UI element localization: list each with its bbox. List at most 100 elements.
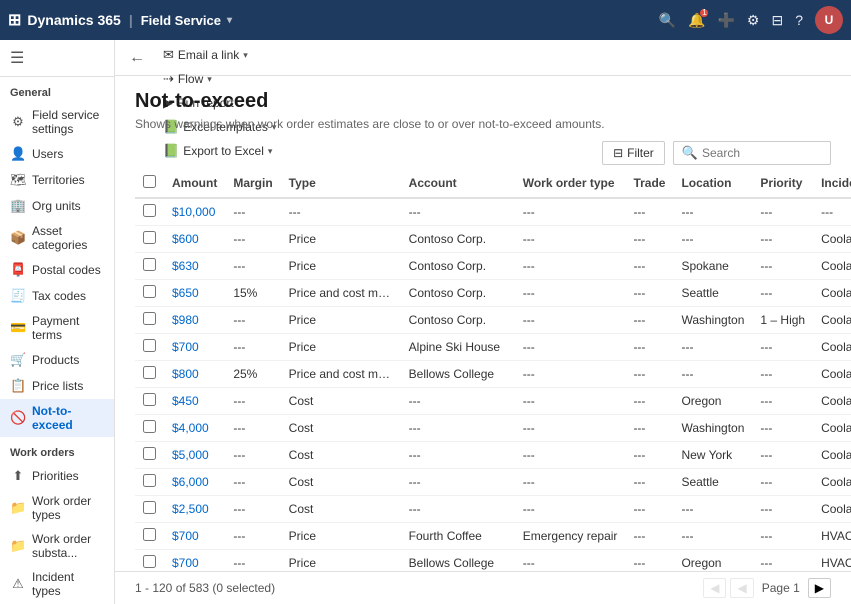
- row-checkbox-10[interactable]: [143, 474, 156, 487]
- row-checkbox-1[interactable]: [143, 231, 156, 244]
- table-row: $80025%Price and cost mar...Bellows Coll…: [135, 361, 851, 388]
- cell-type-3: Price and cost mar...: [281, 280, 401, 307]
- email-link-button[interactable]: ✉Email a link▾: [155, 43, 256, 67]
- cell-priority-2: ---: [752, 253, 813, 280]
- notification-count: 1: [700, 9, 708, 17]
- cell-amount-5[interactable]: $700: [164, 334, 225, 361]
- filter-button[interactable]: ⊟ Filter: [602, 141, 665, 165]
- sidebar-item-org-units[interactable]: 🏢Org units: [0, 193, 114, 219]
- cell-amount-6[interactable]: $800: [164, 361, 225, 388]
- waffle-icon[interactable]: ⊞: [8, 10, 21, 30]
- sidebar-item-payment-terms[interactable]: 💳Payment terms: [0, 309, 114, 347]
- column-amount: Amount: [164, 169, 225, 198]
- cell-amount-12[interactable]: $700: [164, 523, 225, 550]
- row-checkbox-8[interactable]: [143, 420, 156, 433]
- cell-trade-11: ---: [625, 496, 673, 523]
- avatar[interactable]: U: [815, 6, 843, 34]
- cell-incident_type-0: ---: [813, 198, 851, 226]
- sidebar-item-price-lists[interactable]: 📋Price lists: [0, 373, 114, 399]
- sidebar-item-asset-categories[interactable]: 📦Asset categories: [0, 219, 114, 257]
- cell-trade-7: ---: [625, 388, 673, 415]
- cell-trade-4: ---: [625, 307, 673, 334]
- cell-amount-13[interactable]: $700: [164, 550, 225, 572]
- notification-badge[interactable]: 🔔 1: [688, 12, 705, 29]
- module-chevron-icon[interactable]: ▾: [227, 15, 232, 26]
- search-icon: 🔍: [682, 145, 698, 161]
- sidebar-item-priorities[interactable]: ⬆Priorities: [0, 463, 114, 489]
- row-checkbox-13[interactable]: [143, 555, 156, 568]
- help-icon[interactable]: ?: [795, 12, 803, 28]
- row-checkbox-6[interactable]: [143, 366, 156, 379]
- sidebar-item-postal-codes[interactable]: 📮Postal codes: [0, 257, 114, 283]
- table-row: $980---PriceContoso Corp.------Washingto…: [135, 307, 851, 334]
- row-checkbox-4[interactable]: [143, 312, 156, 325]
- filter-icon[interactable]: ⊟: [771, 12, 783, 29]
- sidebar-menu-icon[interactable]: ☰: [10, 48, 24, 68]
- cell-type-10: Cost: [281, 469, 401, 496]
- cell-priority-5: ---: [752, 334, 813, 361]
- cell-amount-2[interactable]: $630: [164, 253, 225, 280]
- sidebar-item-products[interactable]: 🛒Products: [0, 347, 114, 373]
- sidebar-section-label: Work orders: [0, 437, 114, 463]
- cell-account-9: ---: [401, 442, 515, 469]
- search-icon[interactable]: 🔍: [659, 12, 676, 29]
- app-name: Dynamics 365: [27, 12, 120, 28]
- record-count: 1 - 120 of 583 (0 selected): [135, 581, 275, 595]
- search-input[interactable]: [702, 146, 822, 160]
- next-page-button[interactable]: ◀: [730, 578, 753, 598]
- sidebar-item-label: Field service settings: [32, 108, 104, 136]
- cell-work_order_type-13: ---: [515, 550, 626, 572]
- cell-amount-7[interactable]: $450: [164, 388, 225, 415]
- cell-trade-5: ---: [625, 334, 673, 361]
- table-row: $450---Cost---------Oregon---Coolant cha…: [135, 388, 851, 415]
- email-link-label: Email a link: [178, 48, 239, 62]
- table-row: $10,000------------------------: [135, 198, 851, 226]
- sidebar-item-work-order-types[interactable]: 📁Work order types: [0, 489, 114, 527]
- app-brand: ⊞ Dynamics 365 | Field Service ▾: [8, 10, 232, 30]
- sidebar-item-incident-types[interactable]: ⚠Incident types: [0, 565, 114, 603]
- cell-priority-7: ---: [752, 388, 813, 415]
- select-all-column: [135, 169, 164, 198]
- cell-amount-3[interactable]: $650: [164, 280, 225, 307]
- sidebar-item-users[interactable]: 👤Users: [0, 141, 114, 167]
- row-checkbox-0[interactable]: [143, 204, 156, 217]
- row-checkbox-12[interactable]: [143, 528, 156, 541]
- back-button[interactable]: ←: [123, 45, 151, 71]
- cell-priority-9: ---: [752, 442, 813, 469]
- payment-terms-icon: 💳: [10, 320, 26, 336]
- top-nav: ⊞ Dynamics 365 | Field Service ▾ 🔍 🔔 1 ➕…: [0, 0, 851, 40]
- row-checkbox-5[interactable]: [143, 339, 156, 352]
- row-checkbox-9[interactable]: [143, 447, 156, 460]
- cell-location-12: ---: [673, 523, 752, 550]
- cell-account-1: Contoso Corp.: [401, 226, 515, 253]
- cell-amount-4[interactable]: $980: [164, 307, 225, 334]
- prev-page-button[interactable]: ◀: [703, 578, 726, 598]
- sidebar-item-label: Postal codes: [32, 263, 101, 277]
- cell-location-4: Washington: [673, 307, 752, 334]
- cell-amount-8[interactable]: $4,000: [164, 415, 225, 442]
- add-icon[interactable]: ➕: [717, 12, 734, 29]
- next-page-forward-button[interactable]: ▶: [808, 578, 831, 598]
- sidebar-item-work-order-substatuses[interactable]: 📁Work order substa...: [0, 527, 114, 565]
- cell-amount-10[interactable]: $6,000: [164, 469, 225, 496]
- cell-account-13: Bellows College: [401, 550, 515, 572]
- sidebar-item-label: Price lists: [32, 379, 83, 393]
- select-all-checkbox[interactable]: [143, 175, 156, 188]
- top-nav-actions: 🔍 🔔 1 ➕ ⚙ ⊟ ? U: [659, 6, 843, 34]
- sidebar-item-tax-codes[interactable]: 🧾Tax codes: [0, 283, 114, 309]
- row-checkbox-7[interactable]: [143, 393, 156, 406]
- cell-incident_type-4: Coolant change and disposal: [813, 307, 851, 334]
- sidebar-item-field-service-settings[interactable]: ⚙Field service settings: [0, 103, 114, 141]
- cell-amount-9[interactable]: $5,000: [164, 442, 225, 469]
- pagination: ◀ ◀ Page 1 ▶: [703, 578, 831, 598]
- sidebar-item-territories[interactable]: 🗺Territories: [0, 167, 114, 193]
- cell-amount-1[interactable]: $600: [164, 226, 225, 253]
- sidebar-item-not-to-exceed[interactable]: 🚫Not-to-exceed: [0, 399, 114, 437]
- row-checkbox-2[interactable]: [143, 258, 156, 271]
- cell-amount-0[interactable]: $10,000: [164, 198, 225, 226]
- gear-icon[interactable]: ⚙: [747, 12, 760, 29]
- cell-amount-11[interactable]: $2,500: [164, 496, 225, 523]
- column-margin: Margin: [225, 169, 280, 198]
- row-checkbox-3[interactable]: [143, 285, 156, 298]
- row-checkbox-11[interactable]: [143, 501, 156, 514]
